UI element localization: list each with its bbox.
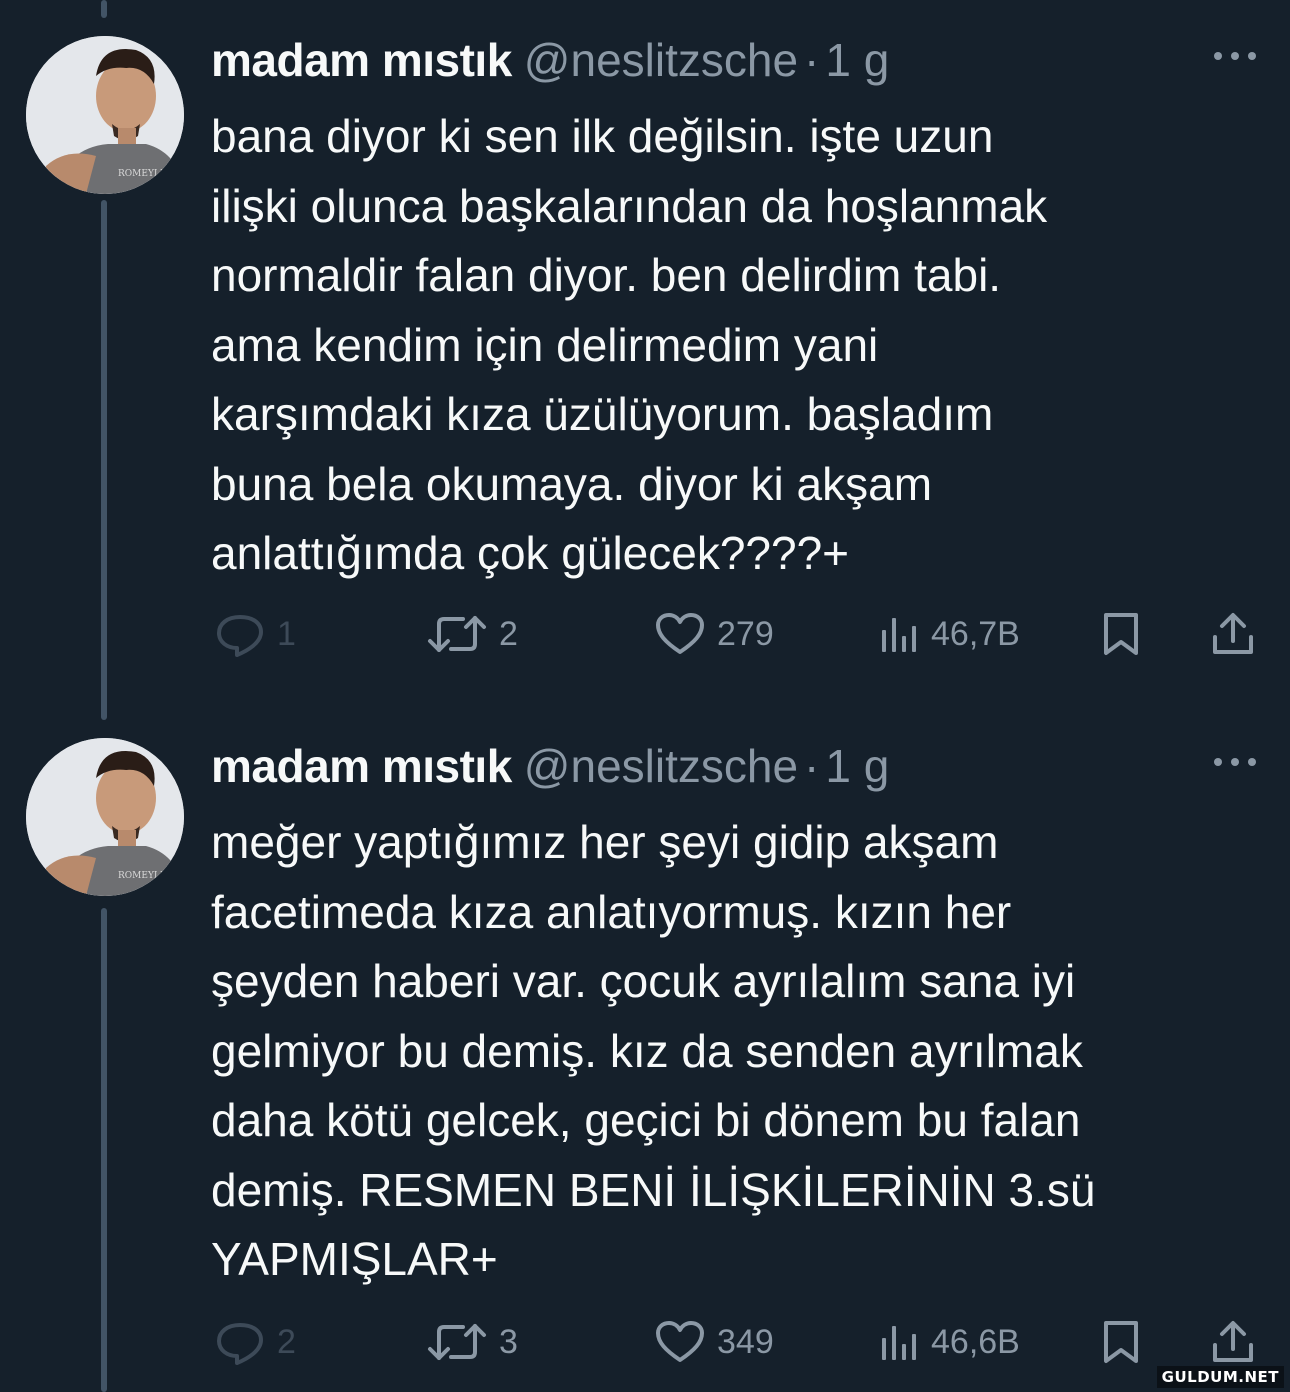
- share-button[interactable]: [1211, 1312, 1255, 1372]
- views-count: 46,6B: [931, 1322, 1020, 1361]
- user-handle[interactable]: @neslitzsche: [524, 740, 798, 792]
- separator-dot: ·: [804, 740, 820, 792]
- views-button[interactable]: 46,6B: [879, 1312, 1020, 1372]
- tweet-header: madam mıstık @neslitzsche · 1 g: [211, 738, 889, 794]
- svg-text:ROMEYLE: ROMEYLE: [118, 169, 166, 179]
- tweet-text: meğer yaptığımız her şeyi gidip akşam fa…: [211, 816, 1096, 1285]
- retweet-button[interactable]: 2: [427, 604, 518, 664]
- separator-dot: ·: [804, 34, 820, 86]
- bookmark-button[interactable]: [1101, 604, 1141, 664]
- retweet-button[interactable]: 3: [427, 1312, 518, 1372]
- retweet-icon: [428, 616, 486, 652]
- share-button[interactable]: [1211, 604, 1255, 664]
- share-icon: [1213, 613, 1253, 654]
- tweet[interactable]: ROMEYLE madam mıstık @neslitzsche · 1 g ban…: [0, 0, 1290, 700]
- views-icon: [882, 618, 916, 652]
- avatar-image: ROMEYLE: [26, 36, 184, 194]
- like-icon: [656, 1321, 704, 1362]
- share-icon: [1213, 1321, 1253, 1362]
- tweet[interactable]: ROMEYLE madam mıstık @neslitzsche · 1 g meğ…: [0, 706, 1290, 1392]
- display-name[interactable]: madam mıstık: [211, 34, 512, 86]
- watermark: GULDUM.NET: [1156, 1366, 1284, 1388]
- avatar[interactable]: ROMEYLE: [26, 36, 184, 194]
- timestamp[interactable]: 1 g: [825, 34, 889, 86]
- reply-icon: [217, 1323, 263, 1365]
- tweet-actions: 2 3 349 46,6B: [211, 1312, 1271, 1372]
- user-handle[interactable]: @neslitzsche: [524, 34, 798, 86]
- reply-count: 2: [277, 1322, 296, 1361]
- views-count: 46,7B: [931, 614, 1020, 653]
- reply-button[interactable]: 1: [215, 604, 296, 664]
- reply-count: 1: [277, 614, 296, 653]
- tweet-header: madam mıstık @neslitzsche · 1 g: [211, 32, 889, 88]
- more-icon[interactable]: [1210, 44, 1260, 68]
- avatar[interactable]: ROMEYLE: [26, 738, 184, 896]
- retweet-count: 2: [499, 614, 518, 653]
- reply-button[interactable]: 2: [215, 1312, 296, 1372]
- retweet-count: 3: [499, 1322, 518, 1361]
- bookmark-icon: [1104, 1321, 1138, 1363]
- views-button[interactable]: 46,7B: [879, 604, 1020, 664]
- tweet-actions: 1 2 279 46,7B: [211, 604, 1271, 664]
- avatar-image: ROMEYLE: [26, 738, 184, 896]
- retweet-icon: [428, 1324, 486, 1360]
- tweet-text: bana diyor ki sen ilk değilsin. işte uzu…: [211, 110, 1048, 579]
- like-count: 279: [717, 614, 774, 653]
- timestamp[interactable]: 1 g: [825, 740, 889, 792]
- views-icon: [882, 1326, 916, 1360]
- like-button[interactable]: 279: [655, 604, 774, 664]
- bookmark-icon: [1104, 613, 1138, 655]
- reply-icon: [217, 615, 263, 657]
- like-icon: [656, 613, 704, 654]
- like-count: 349: [717, 1322, 774, 1361]
- svg-text:ROMEYLE: ROMEYLE: [118, 871, 166, 881]
- display-name[interactable]: madam mıstık: [211, 740, 512, 792]
- bookmark-button[interactable]: [1101, 1312, 1141, 1372]
- more-icon[interactable]: [1210, 750, 1260, 774]
- like-button[interactable]: 349: [655, 1312, 774, 1372]
